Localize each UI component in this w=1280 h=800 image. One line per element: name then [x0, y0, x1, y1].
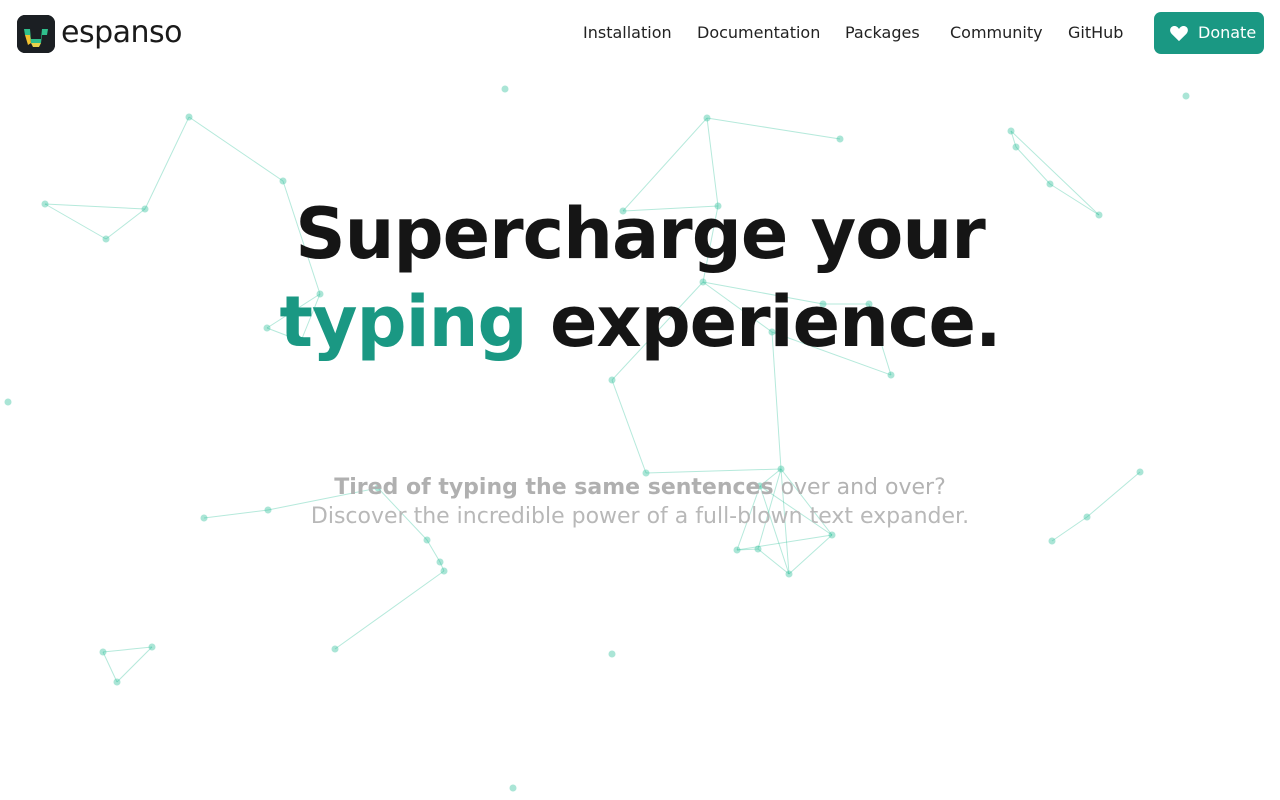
network-node — [608, 376, 616, 384]
network-node — [99, 648, 107, 656]
donate-button[interactable]: Donate — [1154, 12, 1264, 54]
network-node — [1048, 537, 1056, 545]
network-node — [113, 678, 121, 686]
subtitle-line-2: Discover the incredible power of a full-… — [310, 504, 970, 529]
hero-headline: Supercharge your typing experience. — [0, 190, 1280, 366]
hero-section: Supercharge your typing experience. — [0, 190, 1280, 366]
network-node — [4, 398, 12, 406]
headline-line-1: Supercharge your — [295, 193, 985, 275]
network-node — [1182, 92, 1190, 100]
nav-documentation[interactable]: Documentation — [697, 23, 820, 43]
subtitle-bold: Tired of typing the same sentences — [334, 475, 774, 500]
particle-network-background — [4, 85, 1190, 792]
network-link — [102, 646, 153, 653]
top-navbar: espanso Installation Documentation Packa… — [0, 0, 1280, 66]
network-node — [777, 465, 785, 473]
network-node — [887, 371, 895, 379]
network-node — [608, 650, 616, 658]
heart-icon — [1170, 25, 1188, 42]
network-node — [1007, 127, 1015, 135]
network-node — [423, 536, 431, 544]
network-link — [611, 379, 647, 474]
network-node — [185, 113, 193, 121]
network-node — [436, 558, 444, 566]
headline-accent-word: typing — [279, 281, 527, 363]
network-node — [836, 135, 844, 143]
network-node — [785, 570, 793, 578]
nav-installation[interactable]: Installation — [583, 23, 672, 43]
subtitle-rest: over and over? — [773, 475, 946, 500]
network-node — [501, 85, 509, 93]
network-link — [116, 646, 153, 683]
nav-github[interactable]: GitHub — [1068, 23, 1123, 43]
network-link — [334, 570, 445, 650]
network-node — [733, 546, 741, 554]
network-link — [706, 117, 841, 140]
network-node — [148, 643, 156, 651]
network-node — [279, 177, 287, 185]
network-node — [331, 645, 339, 653]
hero-subtitle: Tired of typing the same sentences over … — [0, 474, 1280, 532]
nav-community[interactable]: Community — [950, 23, 1043, 43]
nav-packages[interactable]: Packages — [845, 23, 920, 43]
donate-label: Donate — [1198, 23, 1257, 42]
network-node — [1046, 180, 1054, 188]
main-nav: Installation Documentation Packages Comm… — [0, 0, 1280, 66]
network-node — [754, 545, 762, 553]
network-node — [440, 567, 448, 575]
network-link — [757, 548, 790, 575]
network-link — [188, 116, 284, 182]
network-link — [426, 539, 441, 563]
network-node — [509, 784, 517, 792]
network-node — [703, 114, 711, 122]
network-link — [645, 468, 782, 474]
headline-line-2-rest: experience. — [526, 281, 1002, 363]
network-node — [1012, 143, 1020, 151]
network-link — [102, 651, 118, 683]
subtitle-line-1: Tired of typing the same sentences over … — [0, 474, 1280, 502]
network-node — [828, 531, 836, 539]
